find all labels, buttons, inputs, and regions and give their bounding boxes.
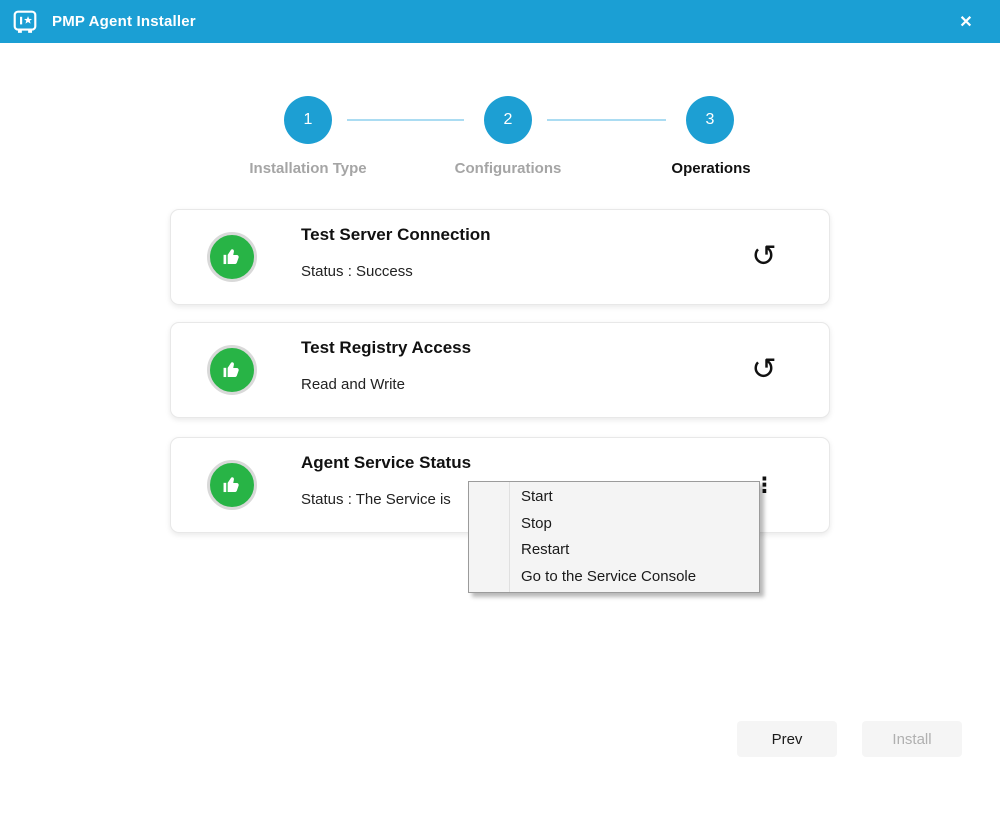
step-2-circle: 2 [484, 96, 532, 144]
thumbs-up-icon [207, 460, 257, 510]
menu-item-stop[interactable]: Stop [469, 511, 759, 538]
step-2-label: Configurations [454, 160, 562, 177]
refresh-icon[interactable]: ↺ [749, 242, 779, 272]
card-status-text: Read and Write [301, 376, 405, 393]
step-3-circle: 3 [686, 96, 734, 144]
refresh-icon[interactable]: ↺ [749, 355, 779, 385]
step-1-label: Installation Type [249, 160, 367, 177]
card-title: Agent Service Status [301, 453, 472, 472]
menu-item-service-console[interactable]: Go to the Service Console [469, 564, 759, 591]
thumbs-up-icon [207, 232, 257, 282]
card-test-server-connection: Test Server Connection Status : Success … [170, 209, 830, 305]
step-3-label: Operations [671, 160, 751, 177]
stepper: 1 2 3 Installation Type Configurations O… [0, 0, 1000, 190]
thumbs-up-icon [207, 345, 257, 395]
stepper-connector [347, 119, 464, 121]
card-title: Test Registry Access [301, 338, 472, 357]
card-test-registry-access: Test Registry Access Read and Write ↺ [170, 322, 830, 418]
stepper-connector [547, 119, 666, 121]
prev-button[interactable]: Prev [737, 721, 837, 757]
card-status-text: Status : The Service is [301, 491, 451, 508]
step-1-circle: 1 [284, 96, 332, 144]
card-status-text: Status : Success [301, 263, 413, 280]
card-title: Test Server Connection [301, 225, 491, 244]
install-button[interactable]: Install [862, 721, 962, 757]
menu-item-restart[interactable]: Restart [469, 537, 759, 564]
service-context-menu: Start Stop Restart Go to the Service Con… [468, 481, 760, 593]
menu-item-start[interactable]: Start [469, 484, 759, 511]
